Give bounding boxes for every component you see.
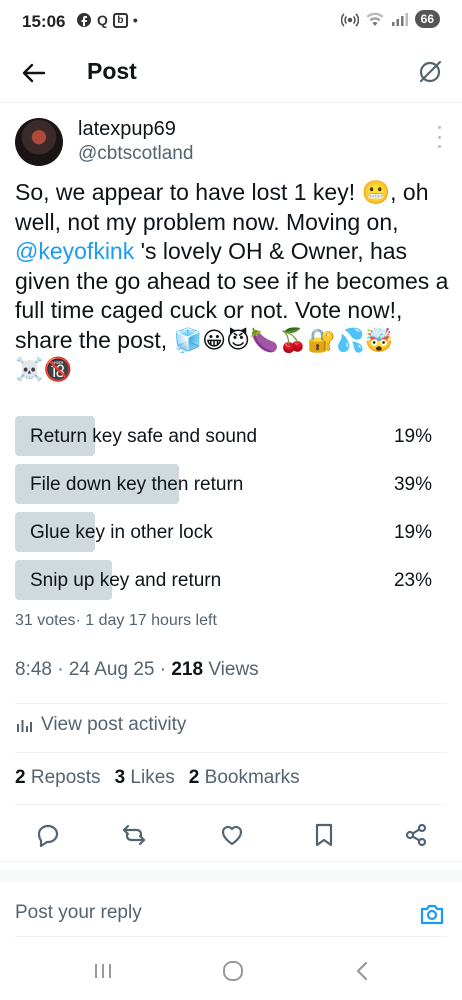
analytics-icon (17, 720, 32, 732)
more-options-button[interactable] (434, 126, 444, 148)
post-text: So, we appear to have lost 1 key! 😬, oh … (15, 178, 450, 385)
avatar[interactable] (15, 118, 63, 166)
engagement-stats: 2 Reposts 3 Likes 2 Bookmarks (15, 767, 300, 789)
poll-option: Return key safe and sound 19% (15, 416, 435, 456)
grok-button[interactable] (416, 58, 444, 86)
heart-icon (221, 825, 243, 846)
bookmarks-stat[interactable]: 2 Bookmarks (189, 767, 300, 789)
action-bar (0, 815, 462, 855)
views-count: 218 (171, 659, 204, 680)
likes-stat[interactable]: 3 Likes (115, 767, 175, 789)
poll-meta: 31 votes· 1 day 17 hours left (15, 612, 217, 629)
share-button[interactable] (402, 821, 430, 849)
views-label: Views (203, 659, 259, 680)
divider (15, 752, 447, 753)
top-app-bar: Post (0, 44, 462, 102)
bookmark-icon (315, 823, 333, 847)
reply-button[interactable] (34, 821, 62, 849)
bookmark-button[interactable] (310, 821, 338, 849)
camera-button[interactable] (418, 900, 446, 928)
reposts-stat[interactable]: 2 Reposts (15, 767, 101, 789)
poll: Return key safe and sound 19% File down … (15, 416, 435, 608)
status-notification-icons: Q b • (76, 12, 138, 28)
divider (0, 861, 462, 862)
divider (15, 703, 447, 704)
header-divider (0, 102, 462, 103)
share-icon (405, 823, 427, 847)
recent-apps-button[interactable] (90, 958, 116, 984)
reposts-count: 2 (15, 767, 26, 788)
more-dot-icon (437, 145, 441, 148)
status-icon-b: b (112, 12, 128, 28)
camera-icon (420, 904, 444, 925)
grok-icon (419, 60, 442, 83)
status-bar: 15:06 Q b • 66 (0, 0, 462, 44)
likes-count: 3 (114, 767, 126, 788)
poll-option-label: Snip up key and return (30, 570, 222, 591)
bookmarks-count: 2 (188, 767, 200, 788)
back-button[interactable] (20, 59, 48, 87)
post-text-part: So, we appear to have lost 1 key! 😬, oh … (15, 179, 429, 235)
home-button[interactable] (220, 958, 246, 984)
likes-label: Likes (130, 767, 175, 788)
poll-option-percent: 19% (393, 522, 432, 543)
poll-option-percent: 19% (393, 426, 432, 447)
user-handle[interactable]: @cbtscotland (78, 143, 193, 165)
poll-option-label: Return key safe and sound (30, 426, 258, 447)
status-icon-q: Q (97, 12, 108, 28)
recents-icon (95, 964, 111, 978)
page-title: Post (87, 58, 137, 84)
display-name[interactable]: latexpup69 (78, 118, 176, 141)
mention-link[interactable]: @keyofkink (15, 238, 134, 264)
divider (15, 804, 447, 805)
reply-icon (37, 824, 59, 848)
poll-option-percent: 23% (393, 570, 432, 591)
signal-icon (391, 13, 408, 26)
battery-indicator: 66 (414, 10, 440, 28)
poll-option-percent: 39% (393, 474, 432, 495)
poll-option: File down key then return 39% (15, 464, 435, 504)
wifi-icon (366, 12, 384, 26)
reposts-label: Reposts (30, 767, 101, 788)
poll-option: Glue key in other lock 19% (15, 512, 435, 552)
hotspot-icon (340, 13, 359, 27)
chevron-left-icon (356, 961, 368, 981)
status-icon-dot: • (132, 12, 138, 28)
repost-icon (122, 824, 146, 846)
more-dot-icon (437, 135, 441, 139)
post-timestamp: 8:48 · 24 Aug 25 · 218 Views (15, 659, 259, 681)
more-dot-icon (437, 126, 441, 129)
timestamp-text: 8:48 · 24 Aug 25 · (15, 659, 172, 680)
view-activity-link[interactable]: View post activity (15, 714, 186, 736)
poll-option-label: File down key then return (30, 474, 244, 495)
like-button[interactable] (218, 821, 246, 849)
back-nav-button[interactable] (350, 958, 376, 984)
divider (15, 936, 447, 937)
poll-option: Snip up key and return 23% (15, 560, 435, 600)
system-nav-bar (0, 940, 462, 1000)
home-icon (223, 961, 243, 981)
status-time: 15:06 (22, 12, 66, 31)
facebook-icon (77, 13, 91, 27)
bookmarks-label: Bookmarks (204, 767, 300, 788)
reply-bar-separator (0, 870, 462, 882)
reply-input[interactable]: Post your reply (15, 902, 142, 924)
status-right-icons: 66 (340, 10, 440, 28)
repost-button[interactable] (120, 821, 148, 849)
poll-option-label: Glue key in other lock (30, 522, 213, 543)
view-activity-label: View post activity (41, 714, 187, 735)
arrow-left-icon (22, 63, 46, 83)
